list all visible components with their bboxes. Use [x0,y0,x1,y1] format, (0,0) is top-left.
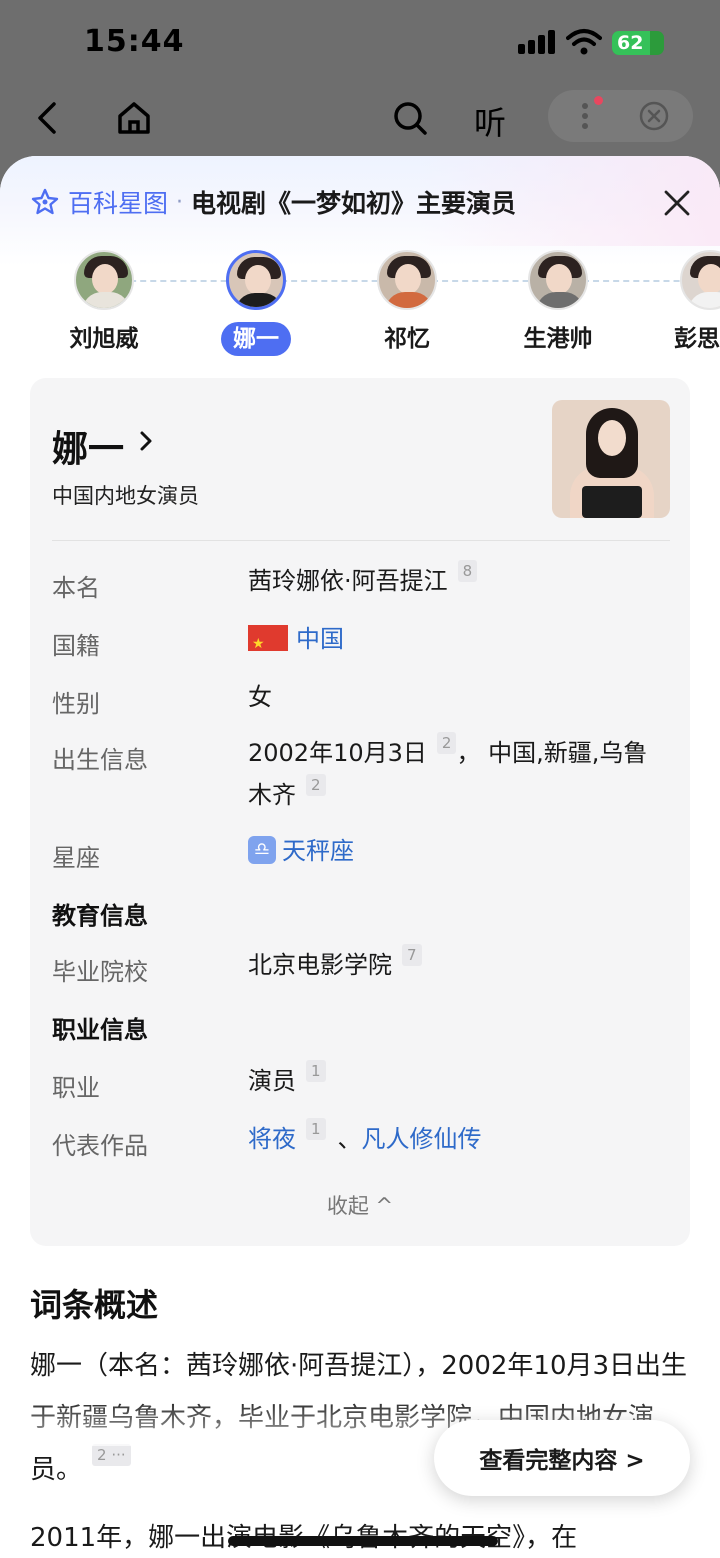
avatar [74,250,134,310]
field-label: 代表作品 [52,1132,148,1160]
chevron-right-icon[interactable] [136,428,156,454]
birth-date: 2002年10月3日 [248,739,427,767]
citation-badge[interactable]: 2 ··· [92,1444,131,1466]
home-icon[interactable] [112,96,156,140]
person-info-card: 娜一 中国内地女演员 本名 茜玲娜依·阿吾提江 8 国籍 中国 性别 女 出生信息… [30,378,690,1246]
cast-name: 祁忆 [384,326,430,352]
citation-badge[interactable]: 1 [306,1118,326,1140]
field-label: 职业 [52,1074,100,1102]
cast-item[interactable]: 生港帅 [508,250,608,356]
search-icon[interactable] [388,96,432,140]
cast-item[interactable]: 彭思 [660,250,720,356]
school-value: 北京电影学院 [248,951,392,979]
person-description: 中国内地女演员 [52,484,199,508]
cast-item-active[interactable]: 娜一 [206,250,306,356]
signal-icon [518,30,558,54]
job-value: 演员 [248,1067,296,1095]
cast-list: 刘旭威 娜一 祁忆 生港帅 彭思 [0,250,720,360]
sheet-header: 百科星图 · 电视剧《一梦如初》主要演员 [30,184,516,220]
libra-icon: ♎ [248,836,276,864]
cast-name: 彭思 [674,326,720,352]
citation-badge[interactable]: 7 [402,944,422,966]
nationality-link[interactable]: 中国 [296,625,344,653]
header-separator: · [176,189,184,215]
battery-icon: 62 [612,31,664,55]
citation-badge[interactable]: 2 [436,732,457,754]
wifi-icon [566,29,602,55]
zodiac-link[interactable]: 天秤座 [282,837,354,865]
close-icon[interactable] [660,186,694,220]
cast-name: 刘旭威 [69,326,139,352]
browser-navbar: 听 [0,80,720,160]
avatar [528,250,588,310]
cast-item[interactable]: 祁忆 [357,250,457,356]
close-circle-icon[interactable] [638,100,670,132]
back-icon[interactable] [26,96,70,140]
notification-dot [594,96,603,105]
person-photo[interactable] [552,400,670,518]
gender-value: 女 [248,683,272,711]
person-name[interactable]: 娜一 [52,420,124,472]
citation-badge[interactable]: 8 [457,560,478,582]
mini-program-capsule[interactable] [548,90,693,142]
field-label: 本名 [52,574,100,602]
cast-name: 娜一 [221,322,291,356]
more-icon[interactable] [582,102,588,130]
avatar [226,250,286,310]
view-full-content-button[interactable]: 查看完整内容 > [434,1420,690,1496]
citation-badge[interactable]: 1 [306,1060,326,1082]
home-indicator [228,1536,498,1546]
real-name-value: 茜玲娜依·阿吾提江 [248,567,448,595]
field-label: 性别 [52,690,100,718]
star-map-icon [31,188,59,215]
status-bar: 15:44 62 [0,0,720,80]
baike-star-map-sheet: 百科星图 · 电视剧《一梦如初》主要演员 刘旭威 娜一 祁忆 生港帅 彭思 娜一… [0,156,720,1558]
avatar [377,250,437,310]
avatar [680,250,720,310]
field-label: 国籍 [52,632,100,660]
china-flag-icon [248,623,288,665]
listen-button[interactable]: 听 [474,98,506,144]
collapse-button[interactable]: 收起 ^ [30,1190,690,1220]
work-link[interactable]: 凡人修仙传 [362,1125,482,1153]
citation-badge[interactable]: 2 [306,774,326,796]
summary-paragraph-2: 2011年，娜一出演电影《乌鲁木齐的天空》，在 [30,1512,694,1558]
section-heading: 教育信息 [52,902,148,930]
field-label: 出生信息 [52,746,148,774]
field-label: 毕业院校 [52,958,148,986]
brand-label: 百科星图 [68,190,169,218]
work-separator: 、 [337,1125,362,1153]
summary-heading: 词条概述 [30,1286,159,1324]
sheet-title: 电视剧《一梦如初》主要演员 [191,189,517,218]
field-label: 星座 [52,844,100,872]
section-heading: 职业信息 [52,1016,148,1044]
cast-name: 生港帅 [523,326,593,352]
status-time: 15:44 [84,24,185,59]
work-link[interactable]: 将夜 [248,1125,296,1153]
divider [52,540,670,541]
cast-item[interactable]: 刘旭威 [54,250,154,356]
